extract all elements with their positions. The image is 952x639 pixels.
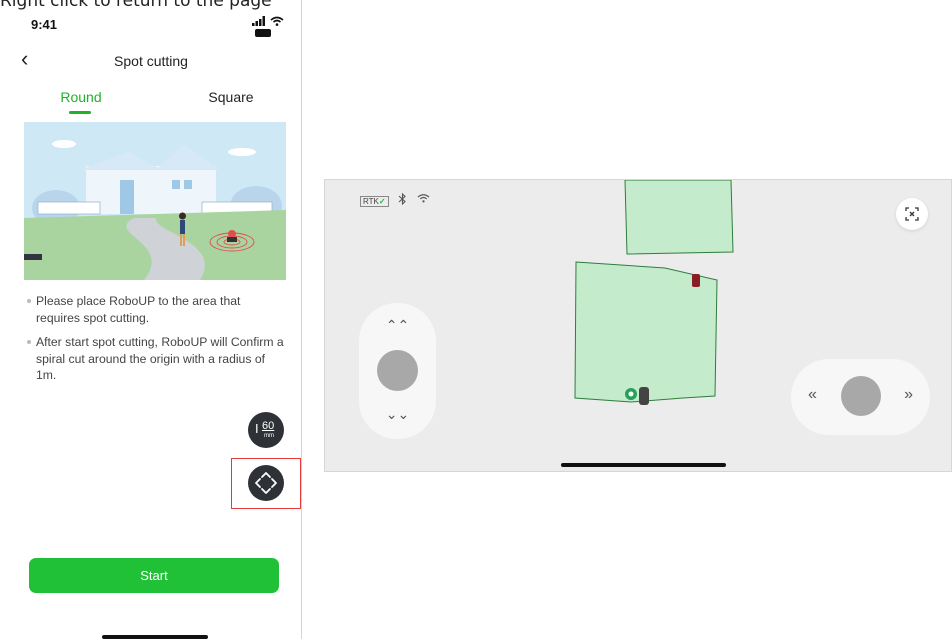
page-title: Spot cutting: [114, 53, 188, 69]
panel-divider: [301, 0, 302, 639]
instruction-text-1: Please place RoboUP to the area that req…: [27, 293, 286, 326]
cellular-signal-icon: [252, 16, 265, 27]
bluetooth-icon: [398, 192, 407, 208]
horizontal-joystick-knob[interactable]: [841, 376, 881, 416]
phone-screen: 9:41 ‹ Spot cutting Round Square Please …: [0, 0, 302, 639]
vertical-joystick[interactable]: ⌃⌃ ⌄⌄: [359, 303, 436, 439]
move-left-icon[interactable]: «: [808, 386, 817, 404]
expand-button[interactable]: [896, 198, 928, 230]
spot-cutting-illustration: [24, 122, 286, 280]
mowing-zone-top: [624, 180, 734, 255]
vertical-joystick-knob[interactable]: [377, 350, 418, 391]
battery-icon: [255, 29, 271, 38]
wifi-status-icon: [270, 16, 284, 26]
map-view[interactable]: RTK✓ ⌃⌃ ⌄⌄ « »: [324, 179, 952, 472]
home-indicator-landscape: [561, 463, 726, 467]
move-down-icon[interactable]: ⌄⌄: [359, 406, 436, 423]
cut-height-value: 60: [262, 420, 275, 432]
rtk-badge: RTK✓: [360, 196, 389, 207]
move-up-icon[interactable]: ⌃⌃: [359, 317, 436, 334]
status-time: 9:41: [31, 17, 58, 32]
cut-height-button[interactable]: I 60 mm: [248, 412, 284, 448]
status-icons: [252, 15, 302, 39]
instruction-text-2: After start spot cutting, RoboUP will Co…: [27, 334, 286, 384]
robot-marker-icon: [692, 274, 700, 287]
cut-height-unit: mm: [264, 433, 274, 439]
tab-round[interactable]: Round: [52, 89, 110, 105]
wifi-icon: [417, 193, 430, 206]
highlight-box: [231, 458, 301, 509]
charging-station-icon: [639, 387, 649, 405]
start-button[interactable]: Start: [29, 558, 279, 593]
home-indicator: [102, 635, 208, 639]
move-right-icon[interactable]: »: [904, 386, 913, 404]
rtk-label: RTK: [363, 197, 379, 206]
expand-icon: [905, 207, 919, 221]
tab-square[interactable]: Square: [196, 89, 266, 105]
rtk-check-icon: ✓: [378, 197, 386, 206]
horizontal-joystick[interactable]: « »: [791, 359, 930, 435]
active-tab-indicator: [69, 111, 91, 114]
cut-height-icon: I: [255, 421, 259, 436]
